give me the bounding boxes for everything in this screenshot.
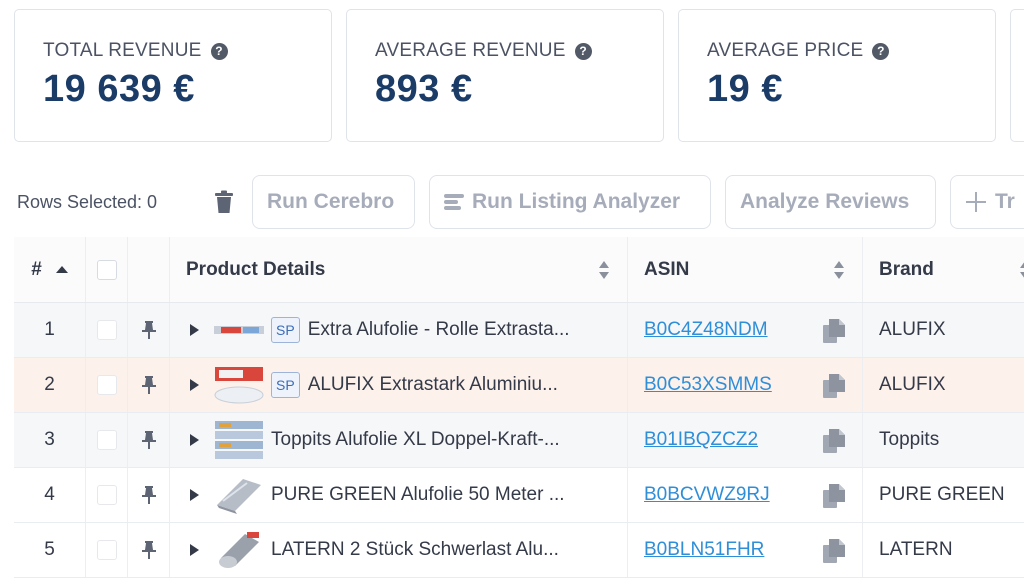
header-num[interactable]: # — [14, 237, 86, 302]
copy-icon[interactable] — [823, 319, 845, 343]
list-icon — [444, 194, 464, 210]
total-revenue-card: TOTAL REVENUE? 19 639 € — [14, 9, 332, 142]
product-title[interactable]: ALUFIX Extrastark Aluminiu... — [308, 374, 558, 396]
asin-link[interactable]: B0BLN51FHR — [644, 539, 764, 561]
plus-icon — [966, 192, 986, 212]
header-brand[interactable]: Brand — [863, 237, 1024, 302]
product-thumbnail[interactable] — [213, 530, 265, 570]
metric-label: TOTAL REVENUE — [43, 40, 202, 61]
average-price-card: AVERAGE PRICE? 19 € — [678, 9, 996, 142]
pin-icon[interactable] — [141, 486, 156, 504]
sort-icon[interactable] — [1020, 261, 1024, 279]
expand-caret-icon[interactable] — [190, 324, 199, 336]
pin-icon[interactable] — [141, 376, 156, 394]
analyze-reviews-button[interactable]: Analyze Reviews — [725, 175, 936, 229]
table-header: # Product Details ASIN Brand — [14, 237, 1024, 303]
brand-cell: PURE GREEN — [879, 484, 1005, 505]
rows-selected-text: Rows Selected: 0 — [17, 192, 158, 212]
metric-value: 19 € — [707, 68, 783, 110]
asin-link[interactable]: B0C53XSMMS — [644, 374, 772, 396]
product-title[interactable]: Extra Alufolie - Rolle Extrasta... — [308, 319, 570, 341]
help-icon[interactable]: ? — [574, 42, 592, 60]
product-thumbnail[interactable] — [213, 475, 265, 515]
brand-cell: ALUFIX — [879, 319, 946, 340]
sort-asc-icon[interactable] — [55, 266, 68, 273]
table-row[interactable]: 5 LATERN 2 Stück Schwerlast Alu... B0BLN… — [14, 523, 1024, 578]
product-title[interactable]: Toppits Alufolie XL Doppel-Kraft-... — [271, 429, 560, 451]
table-row[interactable]: 4 PURE GREEN Alufolie 50 Meter ... B0BCV… — [14, 468, 1024, 523]
row-number: 1 — [14, 303, 86, 357]
row-checkbox[interactable] — [96, 430, 117, 450]
run-listing-analyzer-button[interactable]: Run Listing Analyzer — [429, 175, 711, 229]
row-number: 4 — [14, 468, 86, 522]
table-row[interactable]: 3 Toppits Alufolie XL Doppel-Kraft-... B… — [14, 413, 1024, 468]
help-icon[interactable]: ? — [872, 42, 890, 60]
brand-cell: LATERN — [879, 539, 953, 560]
copy-icon[interactable] — [823, 484, 845, 508]
row-number: 3 — [14, 413, 86, 467]
expand-caret-icon[interactable] — [190, 434, 199, 446]
run-cerebro-button[interactable]: Run Cerebro — [252, 175, 415, 229]
pin-icon[interactable] — [141, 541, 156, 559]
product-title[interactable]: LATERN 2 Stück Schwerlast Alu... — [271, 539, 559, 561]
brand-cell: Toppits — [879, 429, 940, 450]
row-checkbox[interactable] — [96, 320, 117, 340]
product-thumbnail[interactable] — [213, 310, 265, 350]
copy-icon[interactable] — [823, 539, 845, 563]
product-thumbnail[interactable] — [213, 420, 265, 460]
metrics-bar: TOTAL REVENUE? 19 639 € AVERAGE REVENUE?… — [14, 9, 1024, 142]
average-revenue-card: AVERAGE REVENUE? 893 € — [346, 9, 664, 142]
metric-label: AVERAGE REVENUE — [375, 40, 566, 61]
product-title[interactable]: PURE GREEN Alufolie 50 Meter ... — [271, 484, 565, 506]
trash-icon[interactable] — [214, 190, 234, 214]
select-all-checkbox[interactable] — [96, 259, 117, 280]
table-toolbar: Rows Selected: 0 Run Cerebro Run Listing… — [0, 175, 1024, 229]
row-checkbox[interactable] — [96, 540, 117, 560]
row-number: 2 — [14, 358, 86, 412]
metric-value: 19 639 € — [43, 68, 195, 110]
sort-icon[interactable] — [599, 261, 609, 279]
next-metric-card — [1010, 9, 1024, 142]
header-product-details[interactable]: Product Details — [170, 237, 628, 302]
track-button[interactable]: Tr — [950, 175, 1024, 229]
asin-link[interactable]: B0BCVWZ9RJ — [644, 484, 770, 506]
expand-caret-icon[interactable] — [190, 379, 199, 391]
table-row[interactable]: 2 SP ALUFIX Extrastark Aluminiu... B0C53… — [14, 358, 1024, 413]
metric-value: 893 € — [375, 68, 473, 110]
row-number: 5 — [14, 523, 86, 577]
header-asin[interactable]: ASIN — [628, 237, 863, 302]
pin-icon[interactable] — [141, 321, 156, 339]
brand-cell: ALUFIX — [879, 374, 946, 395]
copy-icon[interactable] — [823, 374, 845, 398]
sponsored-badge: SP — [271, 317, 300, 343]
pin-icon[interactable] — [141, 431, 156, 449]
expand-caret-icon[interactable] — [190, 544, 199, 556]
asin-link[interactable]: B01IBQZCZ2 — [644, 429, 758, 451]
asin-link[interactable]: B0C4Z48NDM — [644, 319, 768, 341]
row-checkbox[interactable] — [96, 485, 117, 505]
help-icon[interactable]: ? — [210, 42, 228, 60]
expand-caret-icon[interactable] — [190, 489, 199, 501]
sort-icon[interactable] — [834, 261, 844, 279]
table-row[interactable]: 1 SP Extra Alufolie - Rolle Extrasta... … — [14, 303, 1024, 358]
copy-icon[interactable] — [823, 429, 845, 453]
sponsored-badge: SP — [271, 372, 300, 398]
metric-label: AVERAGE PRICE — [707, 40, 864, 61]
product-thumbnail[interactable] — [213, 365, 265, 405]
row-checkbox[interactable] — [96, 375, 117, 395]
products-table: # Product Details ASIN Brand 1 SP Extra … — [14, 237, 1024, 578]
